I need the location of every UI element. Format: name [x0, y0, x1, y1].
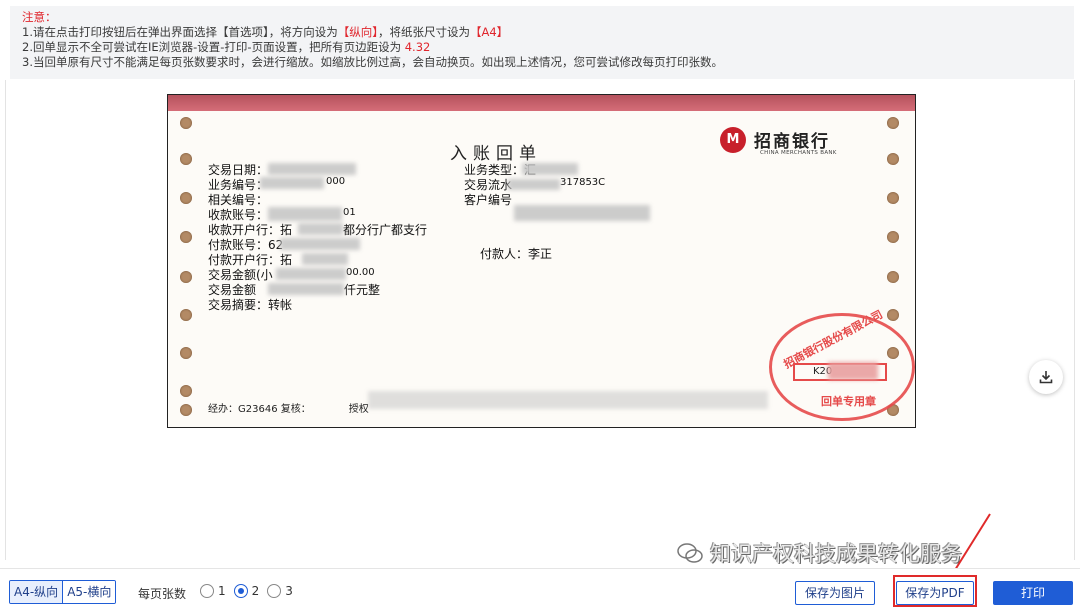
- notice-line-3: 3.当回单原有尺寸不能满足每页张数要求时，会进行缩放。如缩放比例过高，会自动换页…: [22, 55, 723, 69]
- redaction: [522, 163, 578, 175]
- receipt-red-band: [168, 95, 915, 111]
- per-page-radio-group: 1 2 3: [200, 584, 297, 598]
- redaction: [268, 283, 344, 295]
- per-page-radio-3[interactable]: [267, 584, 282, 598]
- per-page-label: 每页张数: [138, 587, 187, 601]
- redaction: [268, 163, 356, 175]
- annotation-highlight-box: [893, 575, 977, 607]
- field-customer-no: 客户编号: [464, 193, 513, 207]
- payee-account-tail: 01: [343, 207, 356, 218]
- redaction: [368, 391, 768, 409]
- watermark: 知识产权科技成果转化服务: [676, 538, 962, 568]
- wechat-icon: [677, 543, 703, 563]
- redaction: [268, 207, 342, 221]
- per-page-option-1-label: 1: [218, 584, 226, 598]
- right-page-edge: [1074, 80, 1080, 560]
- seal-bottom-text: 回单专用章: [821, 395, 876, 408]
- per-page-option-2-label: 2: [251, 584, 260, 598]
- receipt-footer: 经办：G23646 复核： 授权: [208, 404, 369, 415]
- redaction: [276, 268, 346, 280]
- per-page-radio-2[interactable]: [233, 584, 248, 598]
- paper-orientation-toggle: A4-纵向 A5-横向: [9, 580, 117, 604]
- redaction: [508, 179, 560, 190]
- field-payer: 付款人：李正: [480, 247, 553, 261]
- notice-line-1: 1.请在点击打印按钮后在弹出界面选择【首选项】，将方向设为【纵向】，将纸张尺寸设…: [22, 25, 509, 39]
- per-page-option-3-label: 3: [285, 584, 293, 598]
- redaction: [514, 205, 650, 221]
- serial-tail: 317853C: [560, 177, 606, 188]
- business-no-tail: 000: [326, 176, 346, 187]
- payee-bank-tail: 都分行广都支行: [343, 223, 428, 237]
- download-icon: [1039, 371, 1053, 384]
- redaction: [828, 362, 878, 380]
- amount-capital-tail: 仟元整: [344, 283, 381, 297]
- notice-title: 注意：: [22, 10, 57, 24]
- notice-line-2: 2.回单显示不全可尝试在IE浏览器-设置-打印-页面设置，把所有页边距设为 4.…: [22, 40, 431, 54]
- per-page-radio-1[interactable]: [200, 584, 214, 598]
- left-page-edge: [0, 80, 6, 560]
- download-button[interactable]: [1029, 360, 1063, 394]
- bank-name: 招商银行: [754, 132, 830, 152]
- print-button[interactable]: 打印: [993, 581, 1073, 605]
- redaction: [280, 238, 360, 250]
- perforation-holes-left: [180, 117, 194, 417]
- redaction: [302, 253, 348, 265]
- cmb-logo-icon: M: [720, 127, 746, 153]
- field-summary: 交易摘要：转帐: [208, 298, 293, 312]
- a5-landscape-button[interactable]: A5-横向: [62, 581, 116, 603]
- redaction: [260, 177, 324, 189]
- amount-small-tail: 00.00: [346, 267, 375, 278]
- a4-portrait-button[interactable]: A4-纵向: [10, 581, 63, 603]
- bank-name-en: CHINA MERCHANTS BANK: [760, 150, 837, 156]
- redaction: [298, 223, 343, 235]
- print-notice: 注意： 1.请在点击打印按钮后在弹出界面选择【首选项】，将方向设为【纵向】，将纸…: [10, 6, 1074, 79]
- save-image-button[interactable]: 保存为图片: [795, 581, 875, 605]
- receipt-preview: 入账回单 M 招商银行 CHINA MERCHANTS BANK 交易日期： 业…: [167, 94, 916, 428]
